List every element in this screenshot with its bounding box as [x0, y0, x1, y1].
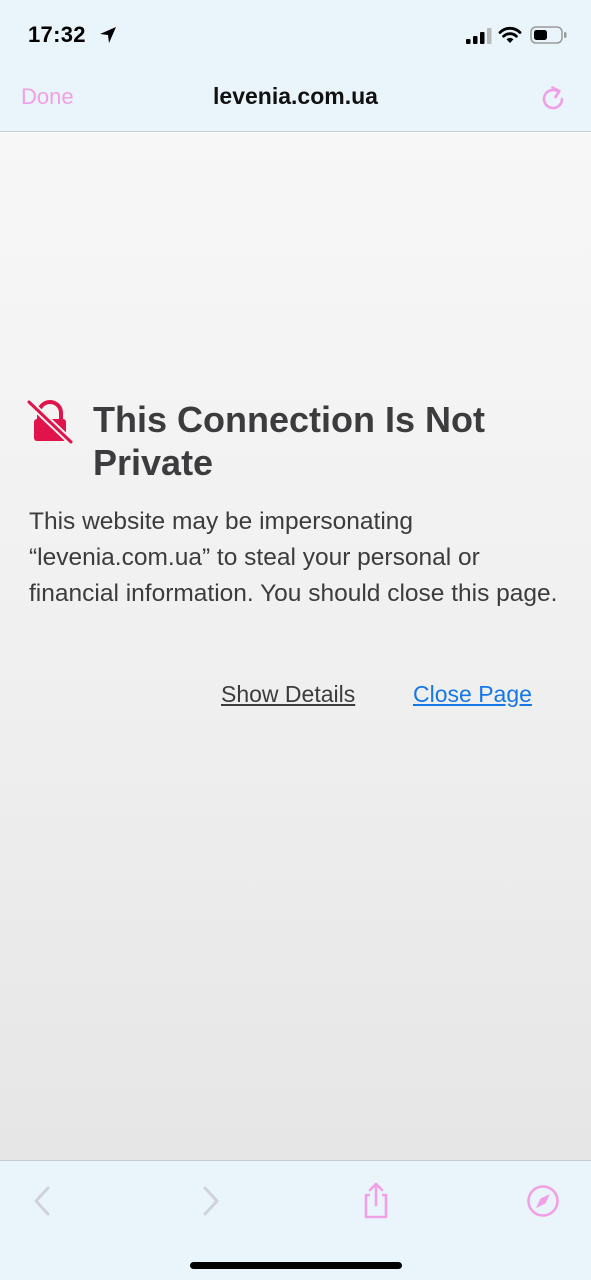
url-title: levenia.com.ua — [213, 83, 378, 109]
wifi-icon — [498, 26, 522, 43]
battery-icon — [530, 26, 567, 44]
warning-body: This website may be impersonating “leven… — [29, 508, 558, 607]
cell-signal-icon — [466, 28, 492, 44]
nav-bar: Done levenia.com.ua — [0, 70, 591, 132]
location-arrow-icon — [100, 27, 116, 43]
home-indicator[interactable] — [190, 1262, 402, 1269]
status-time: 17:32 — [28, 22, 86, 47]
page-content: This Connection Is Not Private This webs… — [0, 133, 591, 1160]
close-page-link[interactable]: Close Page — [413, 681, 532, 708]
back-chevron-icon[interactable] — [22, 1181, 62, 1221]
status-bar: 17:32 — [0, 0, 591, 70]
forward-chevron-icon[interactable] — [191, 1181, 231, 1221]
bottom-toolbar — [0, 1160, 591, 1280]
compass-icon[interactable] — [523, 1181, 563, 1221]
warning-title: This Connection Is Not Private — [93, 399, 485, 483]
lock-slash-icon — [26, 399, 74, 445]
show-details-link[interactable]: Show Details — [221, 681, 355, 708]
screen: 17:32 Done levenia.com.ua This Connectio… — [0, 0, 591, 1280]
reload-icon[interactable] — [536, 82, 570, 116]
share-icon[interactable] — [356, 1181, 396, 1221]
